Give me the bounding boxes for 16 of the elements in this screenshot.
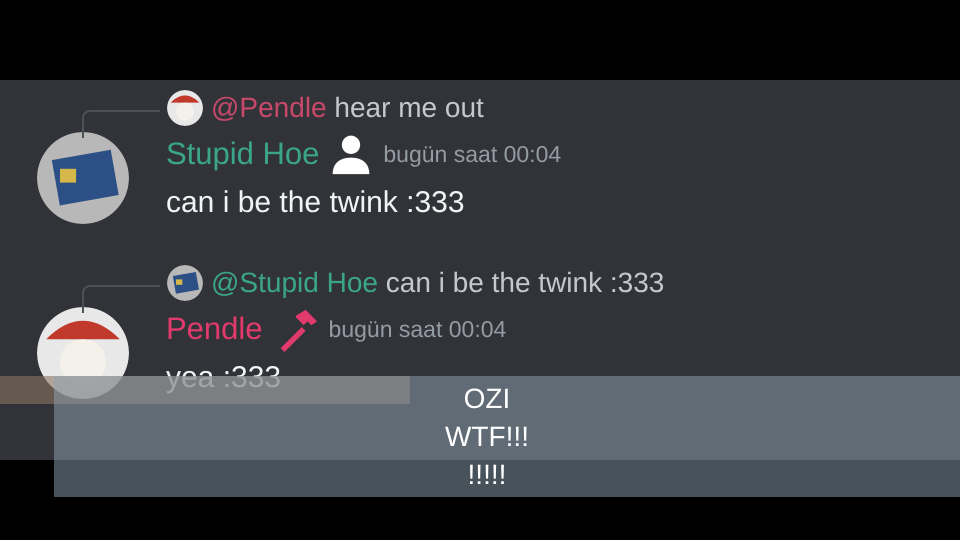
reply-text: hear me out [334, 92, 484, 123]
reply-text: can i be the twink :333 [386, 267, 664, 298]
avatar[interactable] [167, 90, 203, 126]
caption-line: OZI [464, 382, 510, 416]
author-name[interactable]: Pendle [166, 306, 263, 352]
reply-mention[interactable]: @Stupid Hoe [211, 267, 378, 298]
timestamp: bugün saat 00:04 [383, 140, 562, 169]
author-name[interactable]: Stupid Hoe [166, 130, 320, 178]
message-text: can i be the twink :333 [166, 185, 465, 221]
caption-line: WTF!!! [445, 420, 529, 454]
caption-line: !!!!! [468, 458, 506, 492]
timestamp: bugün saat 00:04 [328, 314, 506, 344]
reply-mention[interactable]: @Pendle [211, 92, 327, 123]
avatar[interactable] [37, 307, 129, 399]
avatar[interactable] [37, 132, 129, 224]
avatar[interactable] [167, 265, 203, 301]
